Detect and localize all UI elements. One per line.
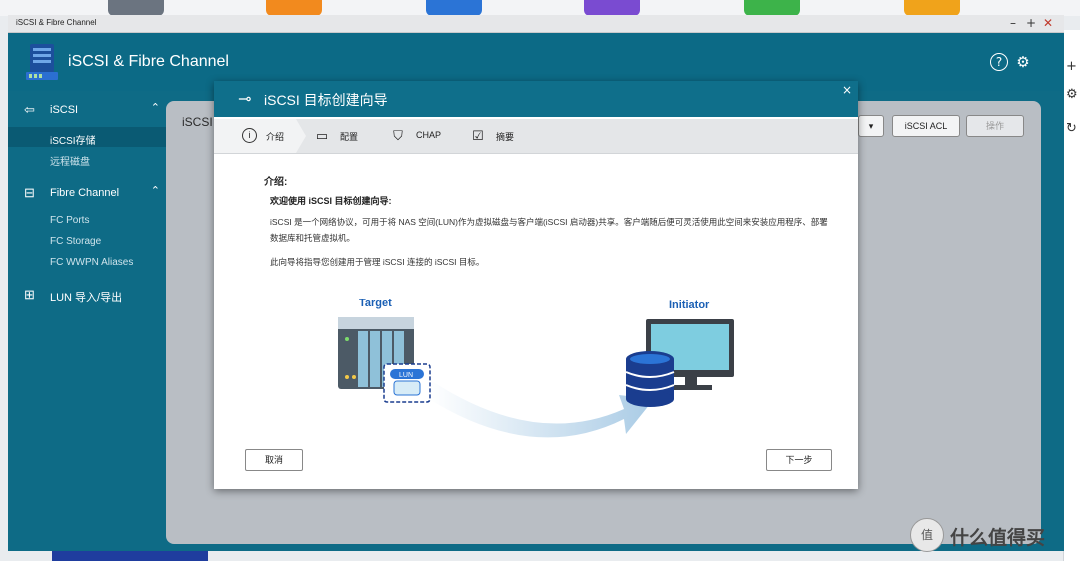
chevron-up-icon[interactable]: ⌃ [151, 184, 160, 197]
add-icon[interactable]: + [1066, 60, 1078, 74]
config-icon: ▭ [315, 128, 329, 143]
window-title: iSCSI & Fibre Channel [16, 18, 97, 27]
summary-icon: ☑ [472, 128, 484, 143]
lun-label: LUN [399, 372, 413, 379]
close-window-button[interactable]: ✕ [1043, 16, 1053, 30]
watermark-icon: 值 [910, 518, 944, 552]
lun-icon: ⊞ [24, 287, 35, 302]
maximize-button[interactable]: + [1026, 16, 1036, 30]
sidebar-item-iscsi-storage[interactable]: iSCSI存储 [8, 127, 166, 147]
shield-icon: ⛉ [393, 128, 403, 143]
window-titlebar[interactable]: iSCSI & Fibre Channel – + ✕ [8, 15, 1064, 33]
sidebar-item-label: FC Ports [50, 215, 90, 226]
refresh-icon[interactable]: ↻ [1066, 122, 1078, 136]
wizard-steps: i 介绍 ▭ 配置 ⛉ CHAP ☑ 摘要 [214, 119, 858, 154]
intro-paragraph-2: 此向导将指导您创建用于管理 iSCSI 连接的 iSCSI 目标。 [270, 257, 485, 267]
minimize-button[interactable]: – [1010, 16, 1016, 30]
sidebar-section-fibre-channel[interactable]: ⊟ Fibre Channel ⌃ [8, 180, 166, 206]
app-logo-icon [26, 44, 58, 80]
sidebar-item-fc-wwpn-aliases[interactable]: FC WWPN Aliases [8, 252, 166, 272]
wizard-header: ⊸ iSCSI 目标创建向导 × [214, 81, 858, 117]
desktop-app-icon[interactable] [108, 0, 164, 16]
desktop-right-strip: + ⚙ ↻ [1063, 30, 1080, 561]
step-chap[interactable]: ⛉ CHAP [386, 119, 456, 153]
chevron-up-icon[interactable]: ⌃ [151, 101, 160, 114]
iscsi-acl-button[interactable]: iSCSI ACL [892, 115, 960, 137]
wizard-dialog: ⊸ iSCSI 目标创建向导 × i 介绍 ▭ 配置 ⛉ CHAP ☑ 摘要 介… [214, 81, 858, 489]
sidebar-item-remote-disk[interactable]: 远程磁盘 [8, 148, 166, 168]
intro-heading: 介绍: [264, 177, 288, 188]
desktop-app-icon[interactable] [426, 0, 482, 16]
desktop-app-icon[interactable] [584, 0, 640, 16]
active-step-arrow [296, 119, 306, 153]
iscsi-icon: ⇦ [24, 102, 35, 117]
gear-icon[interactable]: ⚙ [1066, 88, 1078, 102]
sidebar-item-label: iSCSI存储 [50, 136, 96, 147]
watermark-text: 什么值得买 [950, 527, 1046, 549]
target-label: Target [359, 299, 392, 309]
step-label: 摘要 [496, 132, 515, 142]
app-title: iSCSI & Fibre Channel [68, 53, 229, 70]
step-label: CHAP [416, 130, 442, 140]
sidebar-section-label: iSCSI [50, 104, 79, 116]
iscsi-arrow-label: iSCSI [516, 399, 549, 414]
sidebar: ⇦ iSCSI ⌃ iSCSI存储 远程磁盘 ⊟ Fibre Channel ⌃… [8, 91, 166, 551]
iscsi-arrow-icon: ⇦ [498, 400, 508, 414]
desktop-app-icon[interactable] [744, 0, 800, 16]
sidebar-item-label: 远程磁盘 [50, 157, 90, 168]
intro-paragraph-1: iSCSI 是一个网络协议，可用于将 NAS 空间(LUN)作为虚拟磁盘与客户端… [270, 217, 828, 243]
fibre-channel-icon: ⊟ [24, 185, 35, 200]
step-intro[interactable]: i 介绍 [214, 119, 296, 153]
step-label: 配置 [340, 132, 359, 142]
sidebar-section-label: Fibre Channel [50, 187, 120, 199]
wizard-icon: ⊸ [238, 89, 252, 108]
info-icon: i [242, 128, 257, 143]
step-summary[interactable]: ☑ 摘要 [468, 119, 538, 153]
next-button[interactable]: 下一步 [766, 449, 832, 471]
iscsi-diagram: iSCSI ⇦ Target LUN Initiator [338, 299, 734, 438]
close-icon[interactable]: × [842, 83, 852, 97]
desktop-app-icon[interactable] [904, 0, 960, 16]
sidebar-item-label: FC WWPN Aliases [50, 257, 134, 268]
wizard-title: iSCSI 目标创建向导 [264, 92, 388, 108]
step-config[interactable]: ▭ 配置 [310, 119, 380, 153]
sidebar-section-iscsi[interactable]: ⇦ iSCSI ⌃ [8, 97, 166, 123]
taskbar-fragment [52, 551, 208, 561]
panel-title: iSCSI [182, 115, 213, 129]
lun-icon: LUN [383, 363, 431, 403]
sidebar-item-fc-storage[interactable]: FC Storage [8, 231, 166, 251]
settings-gear-icon[interactable]: ⚙ [1014, 53, 1032, 71]
desktop-app-icon[interactable] [266, 0, 322, 16]
wizard-content: 介绍: 欢迎使用 iSCSI 目标创建向导: iSCSI 是一个网络协议，可用于… [214, 154, 858, 489]
step-label: 介绍 [266, 132, 285, 142]
dropdown-button[interactable]: ▾ [858, 115, 884, 137]
sidebar-item-fc-ports[interactable]: FC Ports [8, 210, 166, 230]
initiator-label: Initiator [669, 299, 710, 311]
cancel-button[interactable]: 取消 [245, 449, 303, 471]
sidebar-section-lun-import-export[interactable]: ⊞ LUN 导入/导出 [8, 282, 166, 308]
database-icon [625, 351, 675, 407]
watermark-logo: 值 什么值得买 [908, 518, 1080, 554]
desktop-top-strip [0, 0, 1080, 16]
action-button[interactable]: 操作 [966, 115, 1024, 137]
help-icon[interactable]: ? [990, 53, 1008, 71]
welcome-text: 欢迎使用 iSCSI 目标创建向导: [270, 196, 392, 206]
sidebar-section-label: LUN 导入/导出 [50, 292, 123, 304]
sidebar-item-label: FC Storage [50, 236, 102, 247]
